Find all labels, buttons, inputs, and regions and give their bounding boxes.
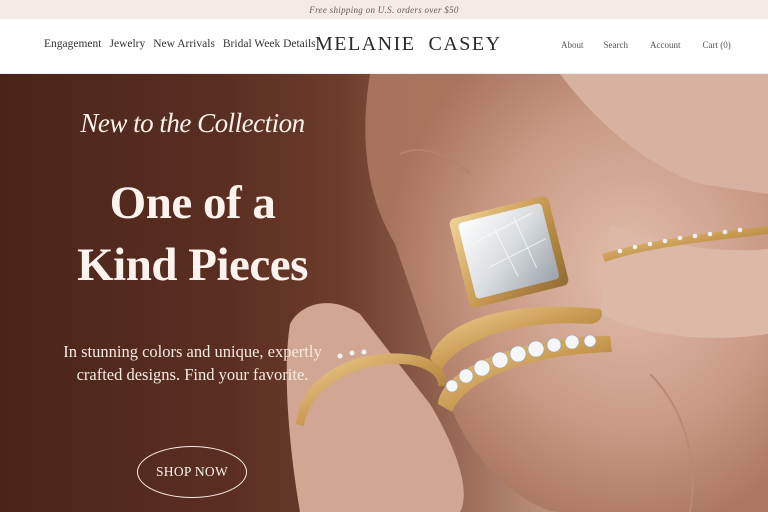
main-nav: Engagement Jewelry New Arrivals Bridal W… — [44, 38, 324, 50]
utility-nav: About Search Account Cart (0) — [561, 40, 731, 50]
brand-logo[interactable]: MELANIE CASEY — [315, 33, 502, 56]
hero-subtitle-line-2: crafted designs. Find your favorite. — [76, 365, 309, 384]
nav-account[interactable]: Account — [650, 40, 681, 50]
promo-bar: Free shipping on U.S. orders over $50 — [0, 0, 768, 19]
nav-cart[interactable]: Cart (0) — [703, 40, 731, 50]
nav-about[interactable]: About — [561, 40, 584, 50]
nav-jewelry[interactable]: Jewelry — [109, 38, 145, 50]
hero-title-line-1: One of a — [109, 177, 276, 229]
hero-title: One of a Kind Pieces — [35, 172, 350, 296]
nav-new-arrivals[interactable]: New Arrivals — [153, 38, 215, 50]
nav-engagement[interactable]: Engagement — [44, 38, 101, 50]
hero-subtitle-line-1: In stunning colors and unique, expertly — [63, 342, 322, 361]
nav-search[interactable]: Search — [604, 40, 629, 50]
site-header: Engagement Jewelry New Arrivals Bridal W… — [0, 19, 768, 74]
hero-banner: New to the Collection One of a Kind Piec… — [0, 74, 768, 512]
shop-now-button[interactable]: SHOP NOW — [137, 446, 247, 498]
promo-text: Free shipping on U.S. orders over $50 — [309, 4, 459, 15]
hero-title-line-2: Kind Pieces — [77, 239, 308, 291]
nav-bridal-week-details[interactable]: Bridal Week Details — [223, 38, 316, 50]
hero-subtitle: In stunning colors and unique, expertly … — [30, 340, 355, 386]
hero-eyebrow: New to the Collection — [80, 108, 305, 138]
